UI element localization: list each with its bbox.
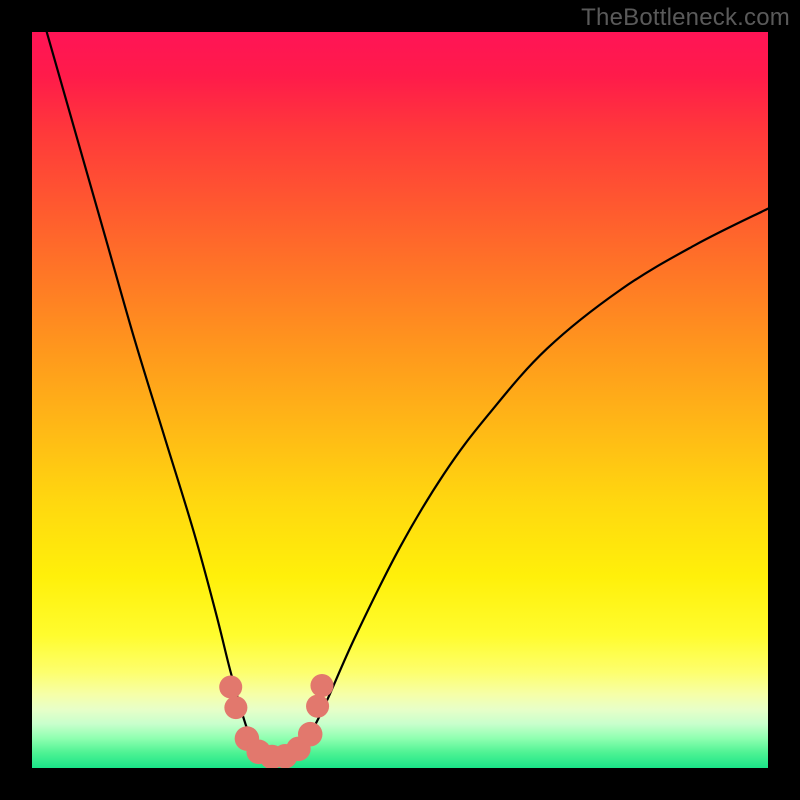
watermark-text: TheBottleneck.com: [581, 4, 790, 32]
chart-frame: TheBottleneck.com: [0, 0, 800, 800]
curve-layer: [32, 32, 768, 768]
marker-dot: [298, 722, 323, 747]
marker-dot: [219, 676, 242, 699]
marker-dot: [224, 696, 247, 719]
plot-area: [32, 32, 768, 768]
marker-dot: [306, 695, 329, 718]
marker-dot: [310, 674, 333, 697]
bottleneck-curve: [47, 32, 768, 762]
